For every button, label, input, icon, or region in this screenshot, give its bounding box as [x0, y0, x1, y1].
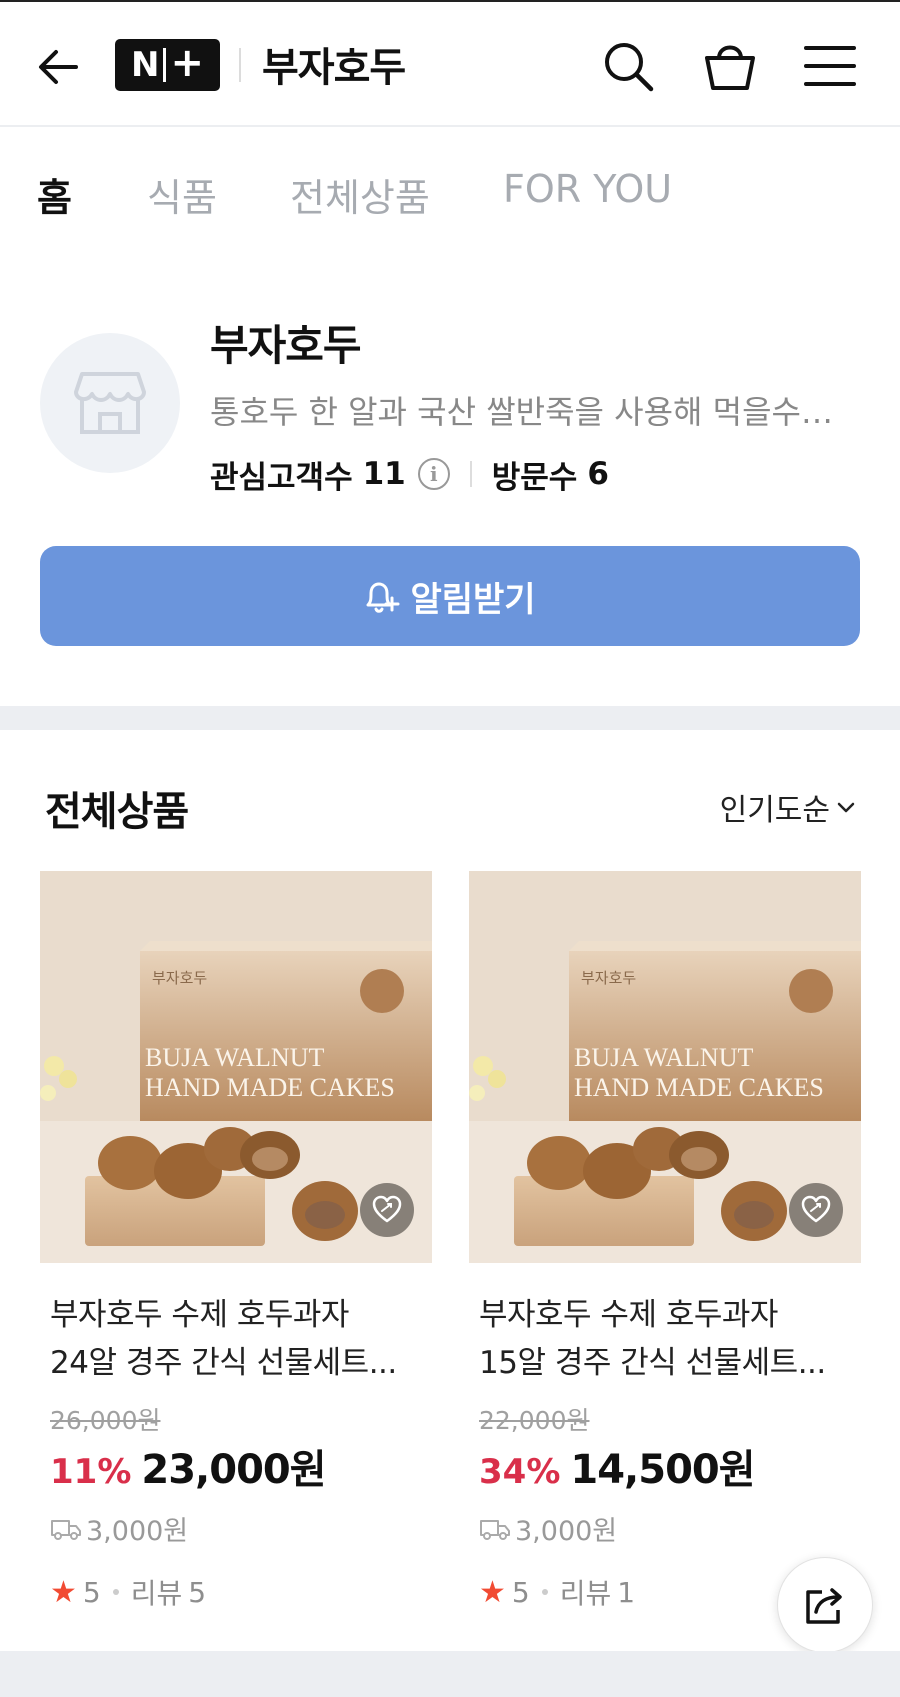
- product-image[interactable]: 부자호두 BUJA WALNUT HAND MADE CAKES: [40, 871, 432, 1263]
- price-line: 11% 23,000원: [50, 1437, 422, 1495]
- rating-value: 5: [511, 1575, 530, 1609]
- discount-rate: 11%: [50, 1452, 132, 1492]
- truck-icon: [480, 1519, 510, 1540]
- followers-label: 관심고객수: [210, 459, 353, 496]
- tab-food[interactable]: 식품: [147, 167, 217, 222]
- menu-button[interactable]: [802, 38, 858, 94]
- truck-icon: [51, 1519, 81, 1540]
- product-card[interactable]: 부자호두 BUJA WALNUT HAND MADE CAKES 부자호두 수제…: [40, 871, 432, 1612]
- sale-price: 23,000원: [141, 1447, 326, 1493]
- original-price: 26,000원: [50, 1406, 161, 1435]
- product-card[interactable]: 부자호두 BUJA WALNUT HAND MADE CAKES 부자호두 수제…: [469, 871, 861, 1612]
- review-label: 리뷰: [130, 1577, 183, 1610]
- discount-rate: 34%: [479, 1452, 561, 1492]
- section-divider: [0, 706, 900, 730]
- product-name[interactable]: 부자호두 수제 호두과자 24알 경주 간식 선물세트...: [50, 1291, 422, 1387]
- star-icon: ★: [50, 1574, 77, 1610]
- bell-plus-icon: [366, 582, 400, 613]
- tab-all-products[interactable]: 전체상품: [290, 167, 430, 222]
- search-icon: [605, 43, 654, 92]
- shipping-fee: 3,000원: [479, 1509, 851, 1548]
- box-brand-text: 부자호두: [581, 969, 636, 987]
- box-brand-text: 부자호두: [152, 969, 207, 987]
- heart-icon: [801, 1195, 831, 1223]
- rating-row: ★ 5 리뷰 5: [50, 1572, 422, 1612]
- tab-home[interactable]: 홈: [37, 167, 72, 222]
- store-tabs: 홈 식품 전체상품 FOR YOU: [0, 127, 900, 252]
- menu-icon: [804, 46, 856, 86]
- box-text-line1: BUJA WALNUT: [574, 1043, 753, 1072]
- original-price: 22,000원: [479, 1406, 590, 1435]
- visits-count: 6: [587, 456, 609, 492]
- store-title[interactable]: 부자호두: [262, 35, 406, 93]
- product-name[interactable]: 부자호두 수제 호두과자 15알 경주 간식 선물세트...: [479, 1291, 851, 1387]
- header-divider: [239, 48, 241, 82]
- review-count: 1: [617, 1575, 636, 1609]
- profile-description[interactable]: 통호두 한 알과 국산 쌀반죽을 사용해 먹을수록...: [210, 387, 860, 433]
- naver-plus-logo[interactable]: N +: [115, 39, 220, 91]
- shopping-bag-icon: [705, 45, 755, 90]
- stats-divider: [469, 461, 472, 487]
- store-stats: 관심고객수 11 i 방문수 6: [210, 452, 609, 496]
- sort-dropdown[interactable]: 인기도순: [720, 785, 856, 829]
- star-icon: ★: [479, 1574, 506, 1610]
- share-button[interactable]: [777, 1557, 873, 1653]
- shipping-fee: 3,000원: [50, 1509, 422, 1548]
- shipping-value: 3,000원: [515, 1516, 618, 1547]
- box-text-line1: BUJA WALNUT: [145, 1043, 324, 1072]
- share-icon: [806, 1588, 842, 1624]
- wishlist-button[interactable]: [789, 1183, 843, 1237]
- chevron-down-icon: [837, 802, 855, 813]
- sort-label: 인기도순: [719, 793, 830, 828]
- store-avatar[interactable]: [40, 333, 180, 473]
- heart-icon: [372, 1195, 402, 1223]
- notify-label: 알림받기: [410, 579, 536, 620]
- review-count: 5: [188, 1575, 207, 1609]
- section-divider: [0, 1651, 900, 1697]
- store-icon: [74, 372, 146, 434]
- visits-label: 방문수: [491, 459, 578, 496]
- sale-price: 14,500원: [570, 1447, 755, 1493]
- arrow-left-icon: [39, 50, 78, 84]
- logo-text: N: [131, 45, 160, 85]
- cart-button[interactable]: [702, 38, 758, 94]
- wishlist-button[interactable]: [360, 1183, 414, 1237]
- section-title: 전체상품: [45, 789, 189, 835]
- shipping-value: 3,000원: [86, 1516, 189, 1547]
- followers-count: 11: [362, 456, 406, 492]
- product-image[interactable]: 부자호두 BUJA WALNUT HAND MADE CAKES: [469, 871, 861, 1263]
- rating-value: 5: [82, 1575, 101, 1609]
- search-button[interactable]: [600, 38, 656, 94]
- price-line: 34% 14,500원: [479, 1437, 851, 1495]
- tab-for-you[interactable]: FOR YOU: [503, 167, 672, 211]
- box-text-line2: HAND MADE CAKES: [574, 1073, 824, 1102]
- review-label: 리뷰: [559, 1577, 612, 1610]
- box-text-line2: HAND MADE CAKES: [145, 1073, 395, 1102]
- profile-name: 부자호두: [210, 321, 362, 370]
- back-button[interactable]: [36, 42, 86, 92]
- notify-button[interactable]: 알림받기: [40, 546, 860, 646]
- top-header: N + 부자호두: [0, 0, 900, 127]
- info-icon[interactable]: i: [417, 458, 450, 490]
